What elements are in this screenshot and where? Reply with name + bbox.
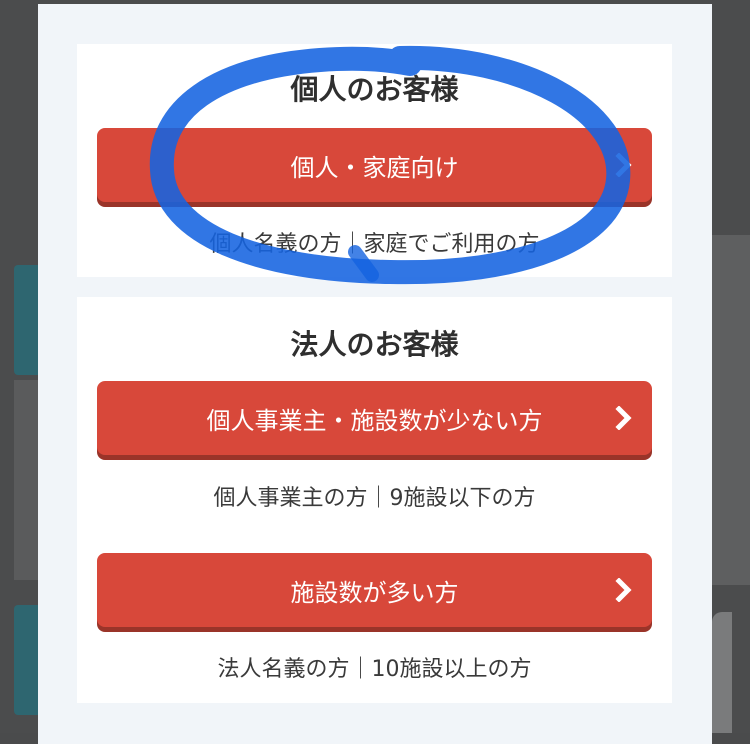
corporate-customer-section: 法人のお客様 個人事業主・施設数が少ない方 個人事業主の方｜9施設以下の方 施設… <box>77 297 672 703</box>
customer-type-modal: 個人のお客様 個人・家庭向け 個人名義の方｜家庭でご利用の方 法人のお客様 個人… <box>38 4 712 744</box>
background-tab <box>14 265 40 375</box>
personal-customer-section: 個人のお客様 個人・家庭向け 個人名義の方｜家庭でご利用の方 <box>77 44 672 277</box>
chevron-right-icon <box>614 406 634 430</box>
button-caption: 個人事業主の方｜9施設以下の方 <box>77 480 672 512</box>
small-business-button[interactable]: 個人事業主・施設数が少ない方 <box>97 381 652 455</box>
button-label: 個人事業主・施設数が少ない方 <box>207 401 543 436</box>
background-card <box>14 380 40 580</box>
button-label: 施設数が多い方 <box>291 573 459 608</box>
background-card <box>712 235 750 585</box>
personal-household-button[interactable]: 個人・家庭向け <box>97 128 652 202</box>
button-caption: 個人名義の方｜家庭でご利用の方 <box>77 226 672 258</box>
background-card <box>712 612 732 733</box>
many-facilities-button[interactable]: 施設数が多い方 <box>97 553 652 627</box>
chevron-right-icon <box>614 578 634 602</box>
background-tab <box>14 605 40 715</box>
button-label: 個人・家庭向け <box>291 148 459 183</box>
button-caption: 法人名義の方｜10施設以上の方 <box>77 651 672 683</box>
chevron-right-icon <box>614 153 634 177</box>
section-title: 法人のお客様 <box>77 323 672 363</box>
section-title: 個人のお客様 <box>77 68 672 108</box>
